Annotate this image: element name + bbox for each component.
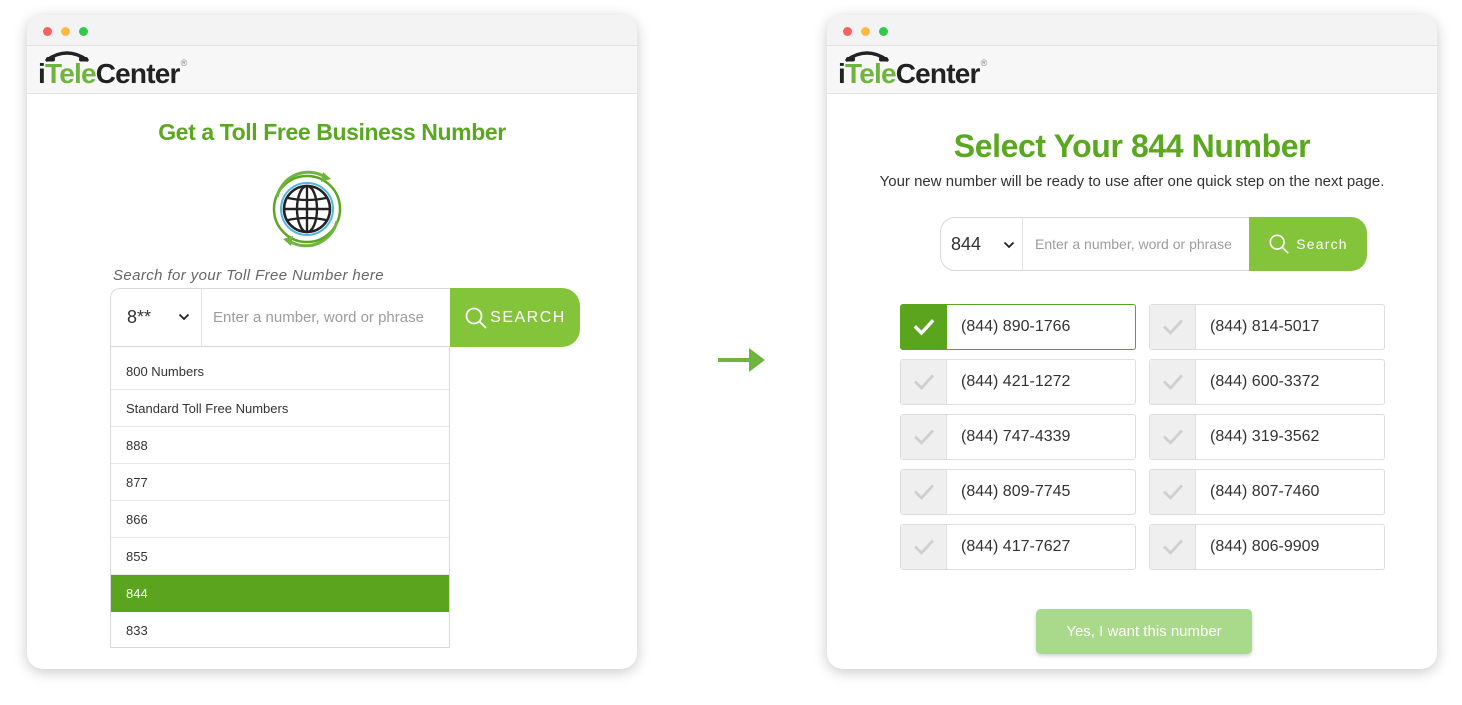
phone-number-label: (844) 807-7460 xyxy=(1210,483,1320,500)
phone-number-label: (844) 809-7745 xyxy=(961,483,1071,500)
page-title: Select Your 844 Number xyxy=(953,128,1311,164)
site-header: i Tele Center ® xyxy=(27,46,637,94)
maximize-window-dot[interactable] xyxy=(879,27,888,36)
checkmark-icon xyxy=(1162,484,1183,501)
number-option[interactable]: (844) 319-3562 xyxy=(1149,414,1385,460)
number-options-grid: (844) 890-1766 (844) 814-5017 (844) 421-12… xyxy=(900,304,1385,579)
chevron-down-icon xyxy=(178,313,190,321)
number-checkbox[interactable] xyxy=(1150,415,1196,459)
search-icon xyxy=(1269,234,1289,254)
search-input[interactable] xyxy=(1022,217,1250,271)
checkmark-icon xyxy=(913,429,934,446)
number-row: (844) 747-4339 (844) 319-3562 xyxy=(900,414,1385,469)
minimize-window-dot[interactable] xyxy=(61,27,70,36)
prefix-select[interactable]: 8** xyxy=(110,288,201,347)
number-option[interactable]: (844) 890-1766 xyxy=(900,304,1136,350)
itelecenter-logo[interactable]: i Tele Center ® xyxy=(838,51,987,90)
search-input[interactable] xyxy=(201,288,451,347)
number-row: (844) 417-7627 (844) 806-9909 xyxy=(900,524,1385,579)
right-browser-window: i Tele Center ® Select Your 844 Number Y… xyxy=(827,15,1437,669)
number-option[interactable]: (844) 807-7460 xyxy=(1149,469,1385,515)
search-icon xyxy=(465,307,487,329)
maximize-window-dot[interactable] xyxy=(79,27,88,36)
number-row: (844) 890-1766 (844) 814-5017 xyxy=(900,304,1385,359)
number-search: 844 Search xyxy=(940,217,1367,271)
number-row: (844) 809-7745 (844) 807-7460 xyxy=(900,469,1385,524)
number-option[interactable]: (844) 747-4339 xyxy=(900,414,1136,460)
window-titlebar xyxy=(27,15,637,46)
itelecenter-logo[interactable]: i Tele Center ® xyxy=(38,51,187,90)
phone-number-label: (844) 890-1766 xyxy=(961,318,1071,335)
prefix-select-value: 8** xyxy=(127,307,152,327)
checkmark-icon xyxy=(913,374,934,391)
number-checkbox[interactable] xyxy=(901,360,947,404)
globe-icon xyxy=(272,170,342,248)
number-option[interactable]: (844) 806-9909 xyxy=(1149,524,1385,570)
checkmark-icon xyxy=(913,319,934,336)
number-checkbox[interactable] xyxy=(1150,470,1196,514)
number-checkbox[interactable] xyxy=(901,525,947,569)
dropdown-option[interactable]: 888 xyxy=(111,427,449,464)
checkmark-icon xyxy=(1162,429,1183,446)
close-window-dot[interactable] xyxy=(43,27,52,36)
phone-number-label: (844) 600-3372 xyxy=(1210,373,1320,390)
number-checkbox[interactable] xyxy=(1150,305,1196,349)
arrow-right-icon xyxy=(718,348,765,372)
checkmark-icon xyxy=(913,539,934,556)
toll-free-search: 8** SEARCH xyxy=(110,288,580,347)
search-button[interactable]: SEARCH xyxy=(450,288,580,347)
prefix-select[interactable]: 844 xyxy=(940,217,1023,271)
dropdown-option[interactable]: 844 xyxy=(111,575,449,612)
search-hint-label: Search for your Toll Free Number here xyxy=(113,267,385,284)
number-checkbox[interactable] xyxy=(1150,360,1196,404)
checkmark-icon xyxy=(1162,539,1183,556)
close-window-dot[interactable] xyxy=(843,27,852,36)
number-option[interactable]: (844) 421-1272 xyxy=(900,359,1136,405)
phone-number-label: (844) 806-9909 xyxy=(1210,538,1320,555)
prefix-select-value: 844 xyxy=(951,234,982,254)
number-row: (844) 421-1272 (844) 600-3372 xyxy=(900,359,1385,414)
phone-handset-icon xyxy=(845,51,889,62)
dropdown-option[interactable]: 800 Numbers xyxy=(111,353,449,390)
number-checkbox[interactable] xyxy=(1150,525,1196,569)
search-button[interactable]: Search xyxy=(1249,217,1367,271)
checkmark-icon xyxy=(913,484,934,501)
window-titlebar xyxy=(827,15,1437,46)
phone-number-label: (844) 421-1272 xyxy=(961,373,1071,390)
dropdown-option[interactable]: 855 xyxy=(111,538,449,575)
page-title: Get a Toll Free Business Number xyxy=(158,119,506,145)
site-header: i Tele Center ® xyxy=(827,46,1437,94)
phone-handset-icon xyxy=(45,51,89,62)
checkmark-icon xyxy=(1162,374,1183,391)
confirm-number-button[interactable]: Yes, I want this number xyxy=(1036,609,1252,654)
number-option[interactable]: (844) 809-7745 xyxy=(900,469,1136,515)
dropdown-option[interactable]: 833 xyxy=(111,612,449,649)
left-browser-window: i Tele Center ® Get a Toll Free Business… xyxy=(27,15,637,669)
phone-number-label: (844) 747-4339 xyxy=(961,428,1071,445)
page-subtitle: Your new number will be ready to use aft… xyxy=(879,173,1385,190)
number-option[interactable]: (844) 417-7627 xyxy=(900,524,1136,570)
number-checkbox[interactable] xyxy=(901,415,947,459)
chevron-down-icon xyxy=(1003,241,1015,249)
dropdown-option[interactable]: 877 xyxy=(111,464,449,501)
number-option[interactable]: (844) 600-3372 xyxy=(1149,359,1385,405)
phone-number-label: (844) 814-5017 xyxy=(1210,318,1320,335)
dropdown-option[interactable]: 866 xyxy=(111,501,449,538)
number-checkbox[interactable] xyxy=(901,305,947,349)
dropdown-option[interactable]: Standard Toll Free Numbers xyxy=(111,390,449,427)
phone-number-label: (844) 417-7627 xyxy=(961,538,1071,555)
phone-number-label: (844) 319-3562 xyxy=(1210,428,1320,445)
checkmark-icon xyxy=(1162,319,1183,336)
number-option[interactable]: (844) 814-5017 xyxy=(1149,304,1385,350)
prefix-dropdown-list: 800 Numbers Standard Toll Free Numbers 888… xyxy=(110,346,450,648)
minimize-window-dot[interactable] xyxy=(861,27,870,36)
number-checkbox[interactable] xyxy=(901,470,947,514)
